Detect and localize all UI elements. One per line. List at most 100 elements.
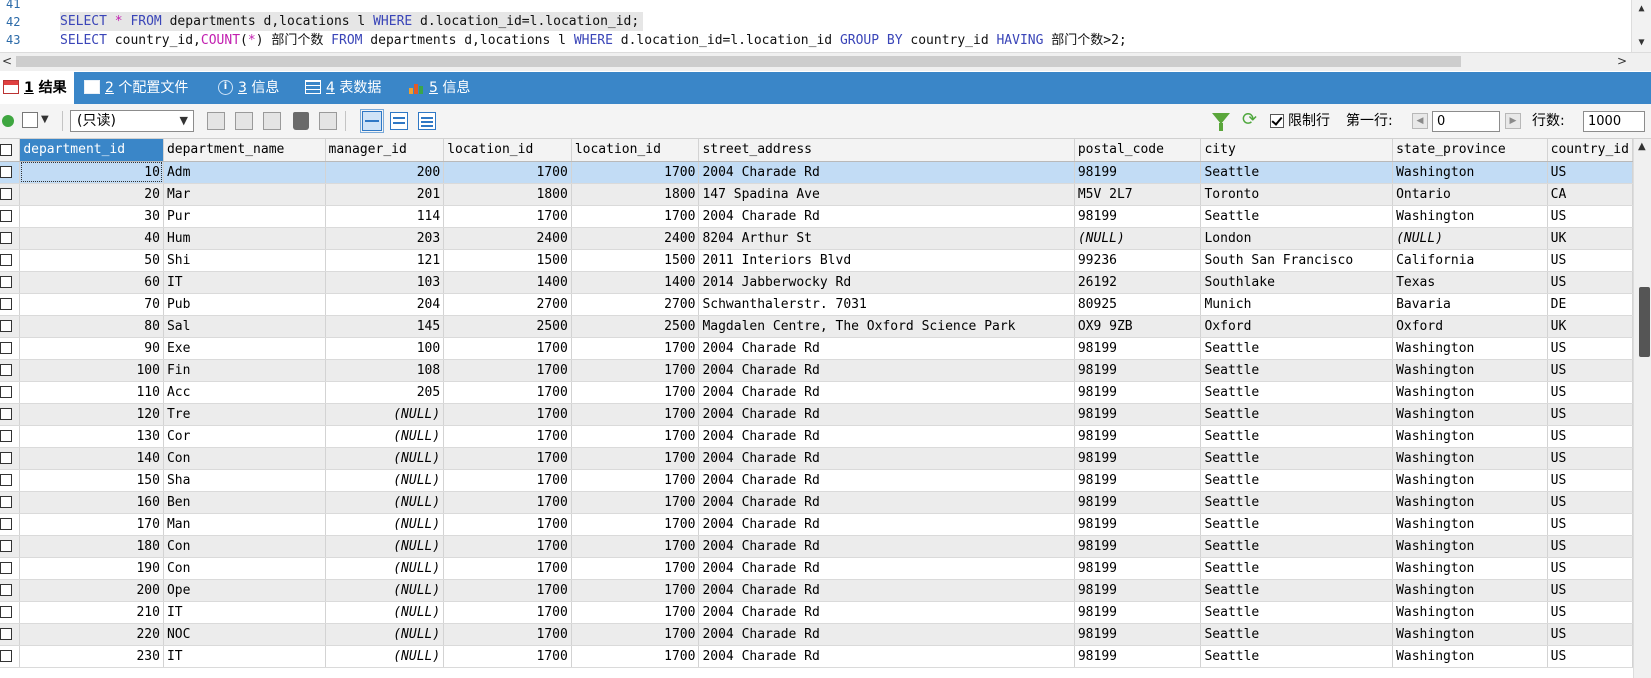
cell-department-id[interactable]: 110 — [19, 381, 164, 404]
cell-department-id[interactable]: 190 — [19, 557, 164, 580]
column-header-department-name[interactable]: department_name — [163, 139, 326, 162]
row-checkbox[interactable] — [0, 491, 21, 514]
cell-state-province[interactable]: Bavaria — [1392, 293, 1548, 316]
cell-city[interactable]: Seattle — [1200, 359, 1394, 382]
row-checkbox[interactable] — [0, 403, 21, 426]
cell-city[interactable]: Seattle — [1200, 403, 1394, 426]
cell-location-id[interactable]: 2400 — [443, 227, 572, 250]
tab-profiles[interactable]: 2 个配置文件 — [84, 72, 188, 104]
cell-postal-code[interactable]: 98199 — [1074, 535, 1202, 558]
cell-street-address[interactable]: 8204 Arthur St — [698, 227, 1075, 250]
row-checkbox[interactable] — [0, 381, 21, 404]
cell-location-id[interactable]: 1700 — [571, 337, 700, 360]
cell-postal-code[interactable]: OX9 9ZB — [1074, 315, 1202, 338]
tab-info[interactable]: i3 信息 — [218, 72, 279, 104]
row-checkbox[interactable] — [0, 293, 21, 316]
cell-manager-id[interactable]: 145 — [325, 315, 445, 338]
cell-state-province[interactable]: Washington — [1392, 161, 1548, 184]
table-row[interactable]: 110 Acc 205 1700 1700 2004 Charade Rd 98199 Sea… — [0, 381, 1633, 404]
table-row[interactable]: 80 Sal 145 2500 2500 Magdalen Centre, The Oxf… — [0, 315, 1633, 338]
tab-info-2[interactable]: 5 信息 — [408, 72, 470, 104]
cell-manager-id[interactable]: 204 — [325, 293, 445, 316]
cell-department-name[interactable]: Shi — [163, 249, 326, 272]
cell-postal-code[interactable]: 98199 — [1074, 557, 1202, 580]
cell-postal-code[interactable]: 98199 — [1074, 381, 1202, 404]
cell-state-province[interactable]: Washington — [1392, 359, 1548, 382]
cell-postal-code[interactable]: 98199 — [1074, 447, 1202, 470]
cell-location-id[interactable]: 1800 — [571, 183, 700, 206]
cell-street-address[interactable]: 2004 Charade Rd — [698, 513, 1075, 536]
cell-street-address[interactable]: 2011 Interiors Blvd — [698, 249, 1075, 272]
cell-manager-id[interactable]: (NULL) — [325, 645, 445, 668]
column-header-city[interactable]: city — [1200, 139, 1394, 162]
cell-location-id[interactable]: 1700 — [571, 469, 700, 492]
cell-department-name[interactable]: Man — [163, 513, 326, 536]
row-checkbox[interactable] — [0, 535, 21, 558]
cell-manager-id[interactable]: 103 — [325, 271, 445, 294]
table-row[interactable]: 20 Mar 201 1800 1800 147 Spadina Ave M5V 2L7 To… — [0, 183, 1633, 206]
cell-postal-code[interactable]: (NULL) — [1074, 227, 1202, 250]
scroll-right-arrow-icon[interactable]: > — [1617, 54, 1627, 68]
row-checkbox[interactable] — [0, 425, 21, 448]
cell-country-id[interactable]: US — [1547, 381, 1633, 404]
cell-location-id[interactable]: 1700 — [443, 645, 572, 668]
cell-manager-id[interactable]: (NULL) — [325, 469, 445, 492]
cell-city[interactable]: Seattle — [1200, 601, 1394, 624]
cell-country-id[interactable]: UK — [1547, 227, 1633, 250]
cell-department-name[interactable]: Sha — [163, 469, 326, 492]
row-checkbox[interactable] — [0, 315, 21, 338]
refresh-icon[interactable]: ⟳ — [1242, 110, 1257, 130]
column-header-country-id[interactable]: country_id — [1547, 139, 1633, 162]
row-checkbox[interactable] — [0, 447, 21, 470]
cell-location-id[interactable]: 1700 — [443, 469, 572, 492]
cell-location-id[interactable]: 1700 — [571, 161, 700, 184]
cell-street-address[interactable]: 2004 Charade Rd — [698, 161, 1075, 184]
cell-department-id[interactable]: 210 — [19, 601, 164, 624]
cell-state-province[interactable]: Washington — [1392, 645, 1548, 668]
select-all-checkbox[interactable] — [0, 139, 21, 162]
cell-state-province[interactable]: Washington — [1392, 205, 1548, 228]
cell-department-name[interactable]: Con — [163, 447, 326, 470]
cell-city[interactable]: South San Francisco — [1200, 249, 1394, 272]
cell-state-province[interactable]: Washington — [1392, 623, 1548, 646]
column-header-location-id[interactable]: location_id — [571, 139, 700, 162]
cell-manager-id[interactable]: (NULL) — [325, 491, 445, 514]
cell-location-id[interactable]: 2500 — [571, 315, 700, 338]
cell-city[interactable]: Seattle — [1200, 205, 1394, 228]
cell-department-id[interactable]: 130 — [19, 425, 164, 448]
cell-location-id[interactable]: 2700 — [443, 293, 572, 316]
cell-department-id[interactable]: 70 — [19, 293, 164, 316]
cell-location-id[interactable]: 1700 — [571, 513, 700, 536]
cell-city[interactable]: Seattle — [1200, 491, 1394, 514]
cell-department-id[interactable]: 120 — [19, 403, 164, 426]
cell-street-address[interactable]: 2004 Charade Rd — [698, 381, 1075, 404]
cell-department-name[interactable]: Con — [163, 557, 326, 580]
cell-department-name[interactable]: Cor — [163, 425, 326, 448]
editor-vertical-scrollbar[interactable]: ▲ ▼ — [1631, 0, 1651, 52]
add-row-icon[interactable] — [2, 115, 14, 127]
row-checkbox[interactable] — [0, 337, 21, 360]
filter-icon[interactable] — [1212, 113, 1230, 131]
cell-location-id[interactable]: 1700 — [571, 205, 700, 228]
cell-location-id[interactable]: 1700 — [571, 645, 700, 668]
cell-location-id[interactable]: 1700 — [571, 579, 700, 602]
cell-location-id[interactable]: 1700 — [571, 623, 700, 646]
cell-country-id[interactable]: US — [1547, 337, 1633, 360]
cell-department-name[interactable]: Pur — [163, 205, 326, 228]
scroll-down-arrow-icon[interactable]: ▼ — [1636, 38, 1647, 48]
cell-city[interactable]: Seattle — [1200, 161, 1394, 184]
cell-manager-id[interactable]: 121 — [325, 249, 445, 272]
cell-department-name[interactable]: Acc — [163, 381, 326, 404]
cell-state-province[interactable]: Texas — [1392, 271, 1548, 294]
cell-location-id[interactable]: 1700 — [571, 601, 700, 624]
cell-country-id[interactable]: US — [1547, 623, 1633, 646]
cell-street-address[interactable]: 2004 Charade Rd — [698, 601, 1075, 624]
cell-country-id[interactable]: US — [1547, 205, 1633, 228]
cell-department-name[interactable]: IT — [163, 271, 326, 294]
cell-location-id[interactable]: 1700 — [571, 491, 700, 514]
column-header-manager-id[interactable]: manager_id — [325, 139, 445, 162]
cell-country-id[interactable]: US — [1547, 271, 1633, 294]
cell-postal-code[interactable]: 98199 — [1074, 425, 1202, 448]
save-icon[interactable] — [263, 112, 281, 130]
cell-postal-code[interactable]: 98199 — [1074, 161, 1202, 184]
